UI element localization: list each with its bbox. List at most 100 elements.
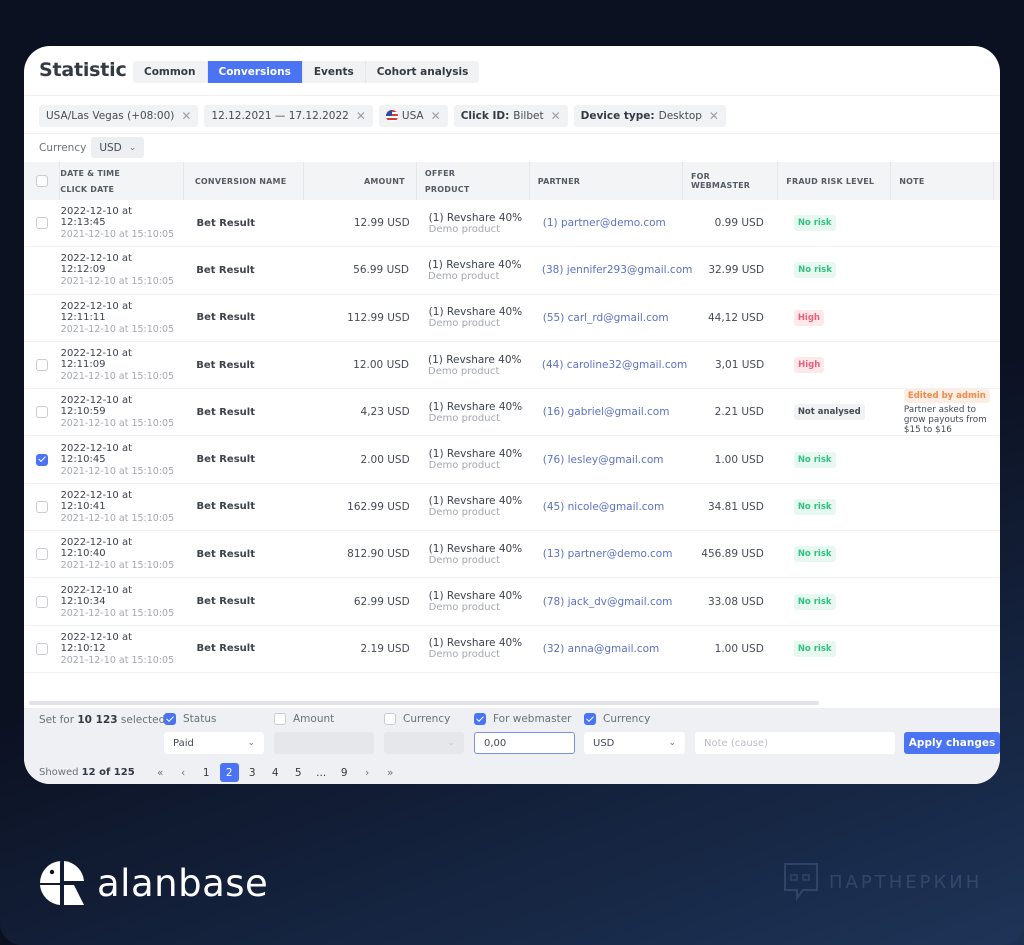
row-checkbox[interactable] [36,359,49,372]
close-icon[interactable]: ✕ [551,109,561,123]
option-currency[interactable]: Currency [384,713,450,725]
header-for-webmaster[interactable]: For webmaster [683,162,779,200]
table-row[interactable]: 2022-12-10 at 12:10:40 2021-12-10 at 15:1… [24,531,1000,579]
partner-cell: (16) gabriel@gmail.com [535,389,690,435]
header-note[interactable]: Note [891,162,995,200]
row-checkbox[interactable] [36,548,49,561]
row-checkbox[interactable] [36,642,49,655]
date-cell: 2022-12-10 at 12:10:12 2021-12-10 at 15:1… [61,626,186,672]
currency-2-select[interactable]: USD ⌄ [584,732,685,754]
amount-input[interactable] [274,732,374,754]
for-webmaster-cell: 3,01 USD [690,342,786,388]
option-amount[interactable]: Amount [274,713,334,725]
page-9[interactable]: 9 [335,763,354,782]
tab-events[interactable]: Events [303,61,366,83]
table-row[interactable]: 2022-12-10 at 12:10:12 2021-12-10 at 15:1… [24,626,1000,673]
last-page-icon[interactable]: » [381,763,400,782]
option-currency-2[interactable]: Currency [584,713,650,725]
page-3[interactable]: 3 [243,763,262,782]
header-partner[interactable]: Partner [530,162,683,200]
currency-2-checkbox[interactable] [584,713,596,725]
next-page-icon[interactable]: › [358,763,377,782]
header-status[interactable]: Sta [994,162,1000,200]
table-row[interactable]: 2022-12-10 at 12:12:09 2021-12-10 at 15:1… [24,247,1000,295]
partner-link[interactable]: (32) anna@gmail.com [543,643,682,655]
row-checkbox[interactable] [36,453,49,466]
note-input[interactable]: Note (cause) [695,732,895,754]
fraud-risk-cell: No risk [786,436,900,482]
offer: (1) Revshare 40% [428,353,522,366]
filter-chip-click-id[interactable]: Click ID: Bilbet ✕ [453,105,568,127]
row-checkbox[interactable] [36,595,49,608]
partner-link[interactable]: (38) jennifer293@gmail.com [542,264,692,276]
fraud-risk-badge: No risk [793,546,836,563]
option-for-webmaster[interactable]: For webmaster [474,713,571,725]
header-conversion-name[interactable]: Conversion name [184,162,304,200]
tab-cohort-analysis[interactable]: Cohort analysis [366,61,480,83]
row-checkbox[interactable] [36,406,49,419]
page-4[interactable]: 4 [266,763,285,782]
page-5[interactable]: 5 [289,763,308,782]
filter-chip-country[interactable]: USA ✕ [378,105,448,127]
chevron-down-icon: ⌄ [668,738,676,748]
row-checkbox[interactable] [36,217,49,230]
header-fraud-risk[interactable]: Fraud risk level [778,162,892,200]
currency-dropdown[interactable]: USD ⌄ [91,137,145,158]
note-cell [900,578,1000,624]
checkbox-cell [24,578,61,624]
checkbox-cell [24,342,61,388]
currency-selector: Currency USD ⌄ [39,137,145,158]
apply-changes-button[interactable]: Apply changes [904,732,1000,754]
set-for-prefix: Set for [39,714,75,726]
partner-link[interactable]: (13) partner@demo.com [543,548,682,560]
click-date: 2021-12-10 at 15:10:05 [60,229,175,241]
watermark: ПАРТНЕРКИН [783,862,982,902]
select-all-checkbox[interactable] [35,175,48,187]
partner-link[interactable]: (76) lesley@gmail.com [543,454,682,466]
currency-checkbox[interactable] [384,713,396,725]
close-icon[interactable]: ✕ [709,109,719,123]
for-webmaster-amount: 1.00 USD [714,642,764,655]
amount: 4,23 USD [360,406,410,419]
filter-chip-device-type[interactable]: Device type: Desktop ✕ [573,105,726,127]
for-webmaster-checkbox[interactable] [474,713,486,725]
table-row[interactable]: 2022-12-10 at 12:10:41 2021-12-10 at 15:1… [24,484,1000,532]
table-row[interactable]: 2022-12-10 at 12:10:45 2021-12-10 at 15:1… [24,436,1000,484]
option-status[interactable]: Status [164,713,216,725]
table-row[interactable]: 2022-12-10 at 12:11:11 2021-12-10 at 15:1… [24,295,1000,342]
amount-checkbox[interactable] [274,713,286,725]
partner-link[interactable]: (16) gabriel@gmail.com [543,406,682,418]
table-row[interactable]: 2022-12-10 at 12:10:59 2021-12-10 at 15:1… [24,389,1000,437]
status-checkbox[interactable] [164,713,176,725]
header-amount[interactable]: Amount [304,162,417,200]
close-icon[interactable]: ✕ [181,109,191,123]
partner-link[interactable]: (55) carl_rd@gmail.com [543,312,682,324]
row-checkbox[interactable] [36,500,49,513]
partner-link[interactable]: (45) nicole@gmail.com [543,501,682,513]
partner-link[interactable]: (1) partner@demo.com [543,217,682,229]
filter-chip-timezone[interactable]: USA/Las Vegas (+08:00) ✕ [39,105,199,127]
currency-select[interactable]: ⌄ [384,732,464,754]
for-webmaster-input[interactable]: 0,00 [474,732,575,754]
tab-conversions[interactable]: Conversions [207,61,303,83]
offer: (1) Revshare 40% [428,637,523,650]
filter-chips: USA/Las Vegas (+08:00) ✕ 12.12.2021 — 17… [39,105,726,127]
table-row[interactable]: 2022-12-10 at 12:11:09 2021-12-10 at 15:1… [24,342,1000,390]
status-select[interactable]: Paid ⌄ [164,732,264,754]
partner-link[interactable]: (78) jack_dv@gmail.com [543,596,682,608]
page-1[interactable]: 1 [197,763,216,782]
prev-page-icon[interactable]: ‹ [174,763,193,782]
close-icon[interactable]: ✕ [356,109,366,123]
close-icon[interactable]: ✕ [431,109,441,123]
partner-link[interactable]: (44) caroline32@gmail.com [542,359,687,371]
first-page-icon[interactable]: « [151,763,170,782]
table-row[interactable]: 2022-12-10 at 12:13:45 2021-12-10 at 15:1… [24,200,1000,248]
tab-common[interactable]: Common [133,61,208,83]
page-2[interactable]: 2 [219,763,239,782]
table-row[interactable]: 2022-12-10 at 12:10:34 2021-12-10 at 15:1… [24,578,1000,626]
selected-summary: Set for 10 123 selected [39,714,165,726]
horizontal-scrollbar[interactable] [29,701,819,705]
header-date[interactable]: Date & time Click date [60,162,184,200]
header-offer[interactable]: Offer Product [417,162,530,200]
filter-chip-date-range[interactable]: 12.12.2021 — 17.12.2022 ✕ [204,105,373,127]
